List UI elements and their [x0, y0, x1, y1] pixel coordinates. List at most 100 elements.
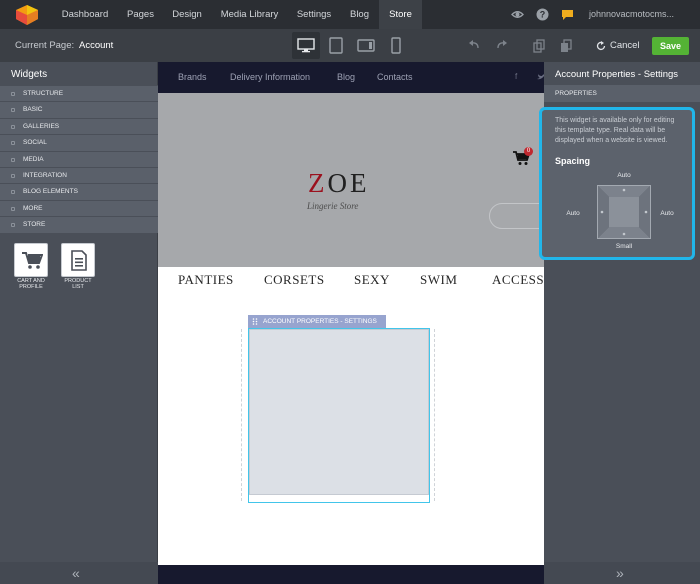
help-icon[interactable]: ?: [536, 8, 549, 21]
site-header: ZOE Lingerie Store 0 PANTIES CORSETS SEX…: [158, 93, 544, 287]
tablet-icon: [329, 37, 343, 54]
category-label: SOCIAL: [23, 139, 47, 147]
category-label: MEDIA: [23, 155, 44, 163]
selected-widget-tag-label: ACCOUNT PROPERTIES - SETTINGS: [263, 318, 377, 325]
category-social[interactable]: SOCIAL: [0, 134, 158, 151]
spacing-bottom-value[interactable]: Small: [605, 243, 643, 250]
cancel-label: Cancel: [610, 40, 640, 51]
mobile-icon: [391, 37, 401, 54]
properties-card: This widget is available only for editin…: [539, 107, 695, 260]
spacing-heading: Spacing: [555, 156, 591, 166]
menu-sexy[interactable]: SEXY: [354, 272, 390, 288]
nav-pages[interactable]: Pages: [118, 0, 163, 29]
paste-icon[interactable]: [559, 39, 573, 53]
left-panel-footer: «: [0, 562, 158, 584]
category-label: INTEGRATION: [23, 171, 67, 179]
category-label: MORE: [23, 204, 43, 212]
category-galleries[interactable]: GALLERIES: [0, 117, 158, 135]
nav-media-library[interactable]: Media Library: [211, 0, 288, 29]
current-page-label: Current Page:: [15, 40, 75, 51]
page-canvas: Brands Delivery Information Blog Contact…: [158, 62, 544, 584]
expand-icon: [11, 108, 15, 113]
widgets-panel-title: Widgets: [11, 69, 48, 80]
category-basic[interactable]: BASIC: [0, 101, 158, 118]
spacing-top-value[interactable]: Auto: [607, 172, 641, 179]
category-label: STORE: [23, 221, 46, 229]
nav-design[interactable]: Design: [163, 0, 211, 29]
tablet-landscape-view-button[interactable]: [352, 32, 380, 59]
cart-count-badge: 0: [524, 147, 533, 156]
site-nav-blog[interactable]: Blog: [337, 62, 355, 93]
refresh-icon: [596, 41, 606, 51]
user-menu[interactable]: johnnovacmotocms...: [589, 0, 674, 29]
top-navigation-bar: Dashboard Pages Design Media Library Set…: [0, 0, 700, 29]
collapse-left-icon[interactable]: «: [72, 566, 80, 580]
drag-handle-icon[interactable]: [252, 318, 258, 325]
nav-blog[interactable]: Blog: [340, 0, 379, 29]
logo-z: Z: [308, 168, 328, 198]
tablet-landscape-icon: [357, 39, 375, 52]
spacing-left-value[interactable]: Auto: [558, 210, 588, 217]
spacing-right-value[interactable]: Auto: [652, 210, 682, 217]
site-logo[interactable]: ZOE: [308, 168, 370, 199]
expand-icon: [11, 190, 15, 195]
editor-toolbar: Current Page: Account Cancel Save: [0, 29, 700, 62]
expand-icon: [11, 157, 15, 162]
chat-bubble-icon[interactable]: [561, 8, 574, 21]
category-store[interactable]: STORE: [0, 216, 158, 233]
desktop-icon: [297, 38, 315, 53]
menu-accessories[interactable]: ACCESSO: [492, 272, 544, 288]
tablet-portrait-view-button[interactable]: [322, 32, 350, 59]
menu-corsets[interactable]: CORSETS: [264, 272, 325, 288]
category-label: BASIC: [23, 106, 43, 114]
save-button[interactable]: Save: [652, 37, 689, 55]
category-media[interactable]: MEDIA: [0, 150, 158, 167]
twitter-icon[interactable]: [537, 73, 544, 81]
tab-properties[interactable]: PROPERTIES: [544, 85, 700, 102]
copy-icon[interactable]: [532, 39, 546, 53]
cancel-button[interactable]: Cancel: [594, 37, 640, 55]
current-page-selector[interactable]: Account: [79, 29, 113, 62]
nav-dashboard[interactable]: Dashboard: [52, 0, 118, 29]
widget-label-line: PROFILE: [19, 284, 43, 290]
site-navigation: Brands Delivery Information Blog Contact…: [158, 62, 544, 93]
svg-text:?: ?: [540, 10, 546, 20]
selected-widget-tag[interactable]: ACCOUNT PROPERTIES - SETTINGS: [248, 315, 386, 328]
properties-panel-title: Account Properties - Settings: [555, 69, 679, 80]
site-nav-brands[interactable]: Brands: [178, 62, 207, 93]
app-logo[interactable]: [15, 4, 39, 26]
facebook-icon[interactable]: f: [515, 72, 517, 81]
nav-settings[interactable]: Settings: [288, 0, 340, 29]
logo-rest: OE: [327, 168, 370, 198]
undo-icon[interactable]: [467, 39, 481, 53]
account-properties-widget[interactable]: [249, 329, 429, 495]
menu-panties[interactable]: PANTIES: [178, 272, 234, 288]
widget-label-line: LIST: [72, 284, 84, 290]
category-more[interactable]: MORE: [0, 199, 158, 217]
mobile-view-button[interactable]: [382, 32, 410, 59]
category-blog-elements[interactable]: BLOG ELEMENTS: [0, 183, 158, 200]
preview-eye-icon[interactable]: [511, 8, 524, 21]
site-footer: [158, 565, 544, 584]
editor-app: Dashboard Pages Design Media Library Set…: [0, 0, 700, 584]
spacing-box-diagram[interactable]: [597, 185, 651, 239]
desktop-view-button[interactable]: [292, 32, 320, 59]
site-nav-contacts[interactable]: Contacts: [377, 62, 413, 93]
category-integration[interactable]: INTEGRATION: [0, 166, 158, 184]
expand-icon: [11, 223, 15, 228]
widget-cart-and-profile[interactable]: [14, 243, 48, 277]
widget-product-list[interactable]: [61, 243, 95, 277]
category-structure[interactable]: STRUCTURE: [0, 85, 158, 102]
site-tagline: Lingerie Store: [307, 201, 359, 211]
nav-store[interactable]: Store: [379, 0, 422, 29]
properties-panel: Account Properties - Settings PROPERTIES…: [539, 62, 700, 584]
menu-swim[interactable]: SWIM: [420, 272, 457, 288]
expand-icon: [11, 173, 15, 178]
widget-notice-text: This widget is available only for editin…: [555, 117, 675, 144]
redo-icon[interactable]: [495, 39, 509, 53]
site-search-field[interactable]: [489, 203, 544, 229]
collapse-right-icon[interactable]: »: [616, 566, 624, 580]
expand-icon: [11, 124, 15, 129]
expand-icon: [11, 141, 15, 146]
site-nav-delivery-information[interactable]: Delivery Information: [230, 62, 310, 93]
